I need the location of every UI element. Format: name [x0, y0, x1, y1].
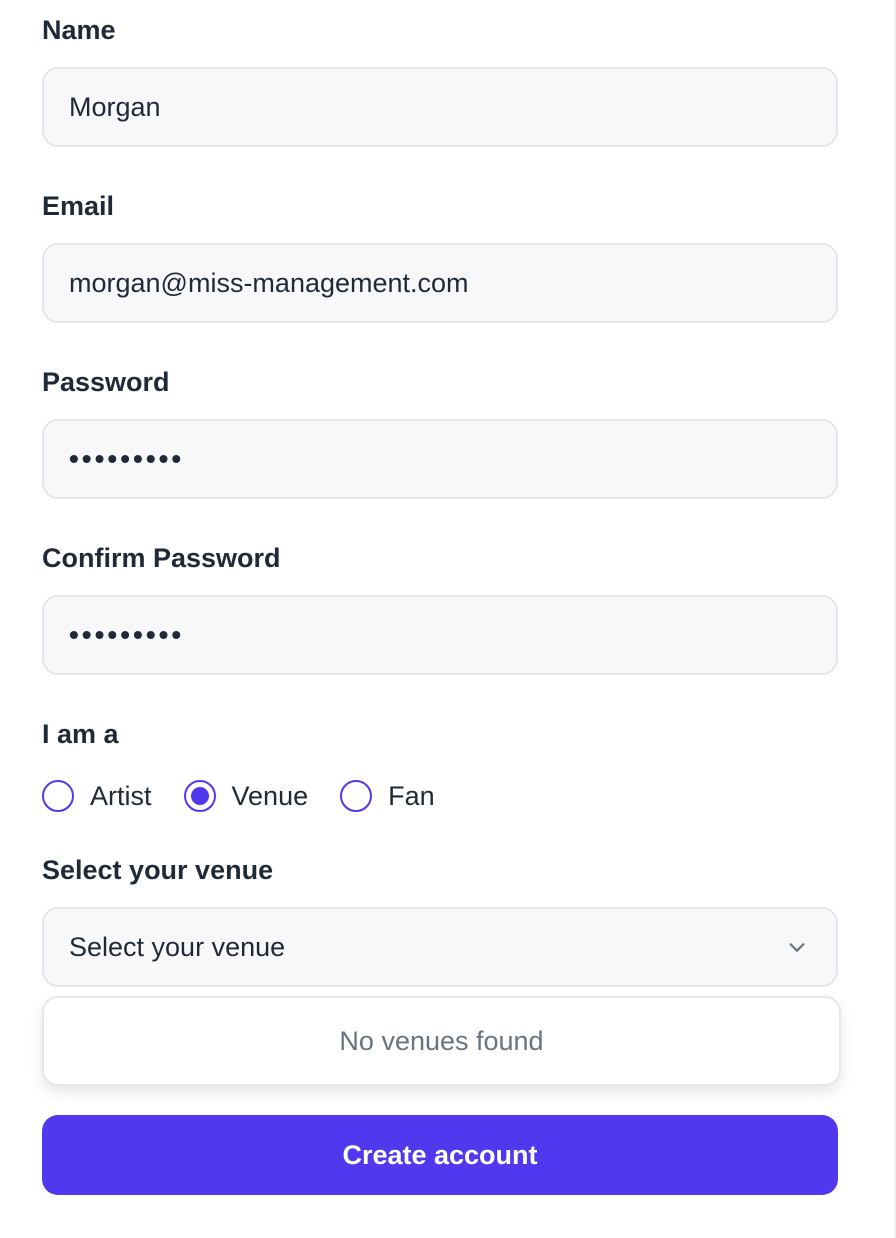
role-option-artist[interactable]: Artist: [42, 780, 152, 812]
signup-form-page: Name Morgan Email morgan@miss-management…: [0, 0, 896, 1238]
email-label: Email: [42, 191, 115, 221]
confirm-password-input[interactable]: •••••••••: [42, 595, 838, 675]
radio-venue[interactable]: [183, 780, 216, 812]
role-option-label: Artist: [90, 780, 152, 811]
venue-select-value: Select your venue: [69, 931, 286, 962]
venue-dropdown-menu: No venues found: [42, 996, 841, 1086]
venue-select[interactable]: Select your venue: [42, 907, 838, 987]
create-account-button[interactable]: Create account: [42, 1115, 838, 1195]
name-label: Name: [42, 15, 116, 45]
radio-artist[interactable]: [42, 780, 74, 812]
role-option-venue[interactable]: Venue: [183, 780, 309, 812]
role-label: I am a: [42, 719, 119, 749]
radio-selected-dot: [190, 787, 209, 805]
confirm-password-label: Confirm Password: [42, 543, 281, 573]
role-option-fan[interactable]: Fan: [340, 780, 435, 812]
role-option-label: Fan: [388, 780, 435, 811]
email-input[interactable]: morgan@miss-management.com: [42, 243, 838, 323]
role-option-label: Venue: [231, 780, 309, 811]
password-input[interactable]: •••••••••: [42, 419, 838, 499]
no-venues-message: No venues found: [339, 1025, 544, 1056]
role-radio-group: Artist Venue Fan: [42, 776, 467, 816]
venue-label: Select your venue: [42, 855, 274, 885]
radio-fan[interactable]: [340, 780, 373, 812]
chevron-down-icon[interactable]: [786, 936, 808, 958]
password-label: Password: [42, 367, 170, 397]
name-input[interactable]: Morgan: [42, 67, 838, 147]
